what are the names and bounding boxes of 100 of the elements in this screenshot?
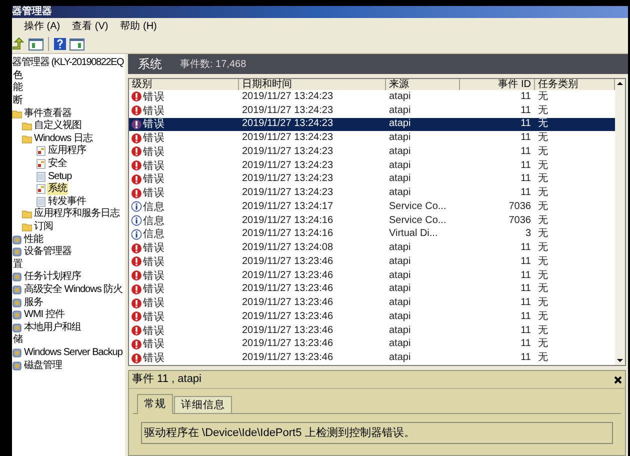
- table-cell: 错误: [143, 146, 165, 158]
- tree-item[interactable]: 磁盘管理: [23, 360, 63, 372]
- tree-item[interactable]: 储: [12, 334, 24, 346]
- table-cell-text: 无: [537, 132, 549, 144]
- table-cell-text: 无: [537, 104, 549, 117]
- table-cell-text: 2019/11/27 13:24:23: [241, 187, 334, 200]
- table-row[interactable]: 信息 2019/11/27 13:24:17 Service Co... 7036 无: [129, 200, 615, 214]
- table-row[interactable]: 错误 2019/11/27 13:23:46 atapi 11 无: [129, 338, 615, 352]
- tree-item[interactable]: 断: [12, 95, 24, 108]
- tree-item[interactable]: 订阅: [33, 221, 54, 234]
- table-cell-text: 2019/11/27 13:24:23: [241, 90, 334, 103]
- table-cell-text: atapi: [388, 324, 412, 337]
- tree-item[interactable]: 安全: [47, 158, 68, 170]
- table-row[interactable]: 错误 2019/11/27 13:24:23 atapi 11 无: [129, 90, 615, 104]
- table-row[interactable]: 错误 2019/11/27 13:24:23 atapi 11 无: [129, 145, 615, 159]
- column-header[interactable]: 日期和时间: [239, 79, 386, 90]
- tree-item[interactable]: 应用程序和服务日志: [33, 208, 120, 220]
- tree-item[interactable]: 自定义视图: [33, 120, 82, 132]
- error-icon: [131, 284, 142, 295]
- table-cell-text: atapi: [388, 338, 412, 350]
- tree-item[interactable]: 设备管理器: [23, 246, 72, 258]
- table-cell-text: 11: [520, 310, 532, 323]
- table-row[interactable]: 错误 2019/11/27 13:23:46 atapi 11 无: [129, 324, 615, 338]
- table-cell-text: 2019/11/27 13:23:46: [241, 297, 334, 310]
- table-cell: 错误: [143, 160, 165, 172]
- tree-item[interactable]: 服务: [23, 296, 44, 309]
- error-icon: [131, 338, 142, 350]
- table-row[interactable]: 错误 2019/11/27 13:23:46 atapi 11 无: [129, 351, 615, 365]
- table-row[interactable]: 错误 2019/11/27 13:24:23 atapi 11 无: [129, 118, 615, 132]
- tree-item[interactable]: 转发事件: [47, 196, 87, 208]
- table-cell-text: 2019/11/27 13:24:23: [241, 104, 334, 117]
- table-row[interactable]: 信息 2019/11/27 13:24:16 Service Co... 7036 无: [129, 214, 615, 228]
- table-row[interactable]: 错误 2019/11/27 13:23:46 atapi 11 无: [129, 296, 615, 310]
- table-row[interactable]: 错误 2019/11/27 13:23:46 atapi 11 无: [129, 282, 615, 296]
- table-row[interactable]: 错误 2019/11/27 13:23:46 atapi 11 无: [129, 255, 615, 269]
- error-icon: [131, 160, 142, 172]
- folder-icon: [22, 222, 32, 232]
- menu-item[interactable]: 操作 (A): [24, 18, 60, 34]
- table-cell: 信息: [143, 200, 165, 213]
- tree-item[interactable]: 高级安全 Windows 防火: [23, 284, 124, 296]
- error-icon: [131, 132, 142, 144]
- table-cell: 错误: [143, 297, 165, 310]
- error-icon: [131, 118, 142, 130]
- tree-item[interactable]: Setup: [47, 170, 73, 183]
- table-row[interactable]: 错误 2019/11/27 13:24:23 atapi 11 无: [129, 131, 615, 145]
- panel-icon[interactable]: [69, 36, 85, 50]
- table-row[interactable]: 错误 2019/11/27 13:24:23 atapi 11 无: [129, 172, 615, 186]
- panel-icon[interactable]: [28, 36, 44, 50]
- tree-item[interactable]: 器管理器 (KLY-20190822EQ: [12, 57, 124, 70]
- tree-item[interactable]: 能: [12, 82, 24, 94]
- up-arrow-icon[interactable]: [12, 36, 26, 50]
- table-cell-text: 11: [520, 256, 532, 268]
- error-icon: [131, 146, 142, 158]
- table-cell: 错误: [143, 310, 165, 323]
- tree-item[interactable]: 置: [12, 258, 24, 271]
- menu-item[interactable]: 查看 (V): [72, 18, 108, 34]
- table-row[interactable]: 信息 2019/11/27 13:24:16 Virtual Di... 3 无: [129, 228, 615, 242]
- table-row[interactable]: 错误 2019/11/27 13:24:08 atapi 11 无: [129, 241, 615, 255]
- table-row[interactable]: 错误 2019/11/27 13:23:46 atapi 11 无: [129, 268, 615, 282]
- event-message: 驱动程序在 \Device\Ide\IdePort5 上检测到控制器错误。: [141, 422, 613, 444]
- scrollbar[interactable]: [615, 79, 625, 365]
- menu-item[interactable]: 帮助 (H): [120, 18, 157, 34]
- table-row[interactable]: 错误 2019/11/27 13:24:23 atapi 11 无: [129, 104, 615, 118]
- table-cell-text: Virtual Di...: [388, 228, 439, 240]
- tree-item[interactable]: WMI 控件: [23, 309, 66, 322]
- table-cell-text: atapi: [388, 187, 412, 200]
- table-row[interactable]: 错误 2019/11/27 13:24:23 atapi 11 无: [129, 186, 615, 200]
- column-header[interactable]: 来源: [386, 79, 460, 90]
- table-cell-text: atapi: [388, 256, 412, 268]
- tree-item[interactable]: 性能: [23, 234, 44, 246]
- table-cell-text: 2019/11/27 13:24:16: [241, 228, 334, 240]
- tool-icon: [12, 348, 22, 358]
- tree-item[interactable]: Windows Server Backup: [23, 346, 124, 359]
- table-cell-text: 无: [537, 200, 549, 213]
- tab[interactable]: 详细信息: [174, 396, 232, 413]
- table-row[interactable]: 错误 2019/11/27 13:23:46 atapi 11 无: [129, 310, 615, 324]
- tree-item[interactable]: 本地用户和组: [23, 322, 82, 334]
- column-header[interactable]: 级别: [129, 79, 239, 90]
- error-icon: [131, 256, 142, 268]
- log-icon: [36, 146, 46, 156]
- table-cell: 错误: [143, 90, 165, 103]
- tree-item[interactable]: 任务计划程序: [23, 271, 82, 284]
- tab[interactable]: 常规: [137, 394, 173, 414]
- tree-item[interactable]: 应用程序: [47, 145, 87, 158]
- table-cell-text: 11: [520, 132, 532, 144]
- help-icon[interactable]: [53, 36, 67, 50]
- tree-item[interactable]: 系统: [47, 183, 68, 196]
- table-row[interactable]: 错误 2019/11/27 13:24:23 atapi 11 无: [129, 158, 615, 172]
- close-icon[interactable]: [614, 376, 622, 384]
- table-cell-text: 2019/11/27 13:24:23: [241, 132, 334, 144]
- error-icon: [131, 242, 142, 254]
- table-cell-text: Service Co...: [388, 200, 448, 213]
- table-cell-text: 11: [520, 283, 532, 296]
- tree-item[interactable]: Windows 日志: [33, 132, 94, 145]
- document-icon: [36, 172, 46, 182]
- table-cell-text: 无: [537, 338, 549, 350]
- column-header[interactable]: 事件 ID: [460, 79, 535, 90]
- tree-item[interactable]: 色: [12, 70, 24, 82]
- tree-item[interactable]: 事件查看器: [23, 108, 72, 120]
- log-icon: [36, 159, 46, 170]
